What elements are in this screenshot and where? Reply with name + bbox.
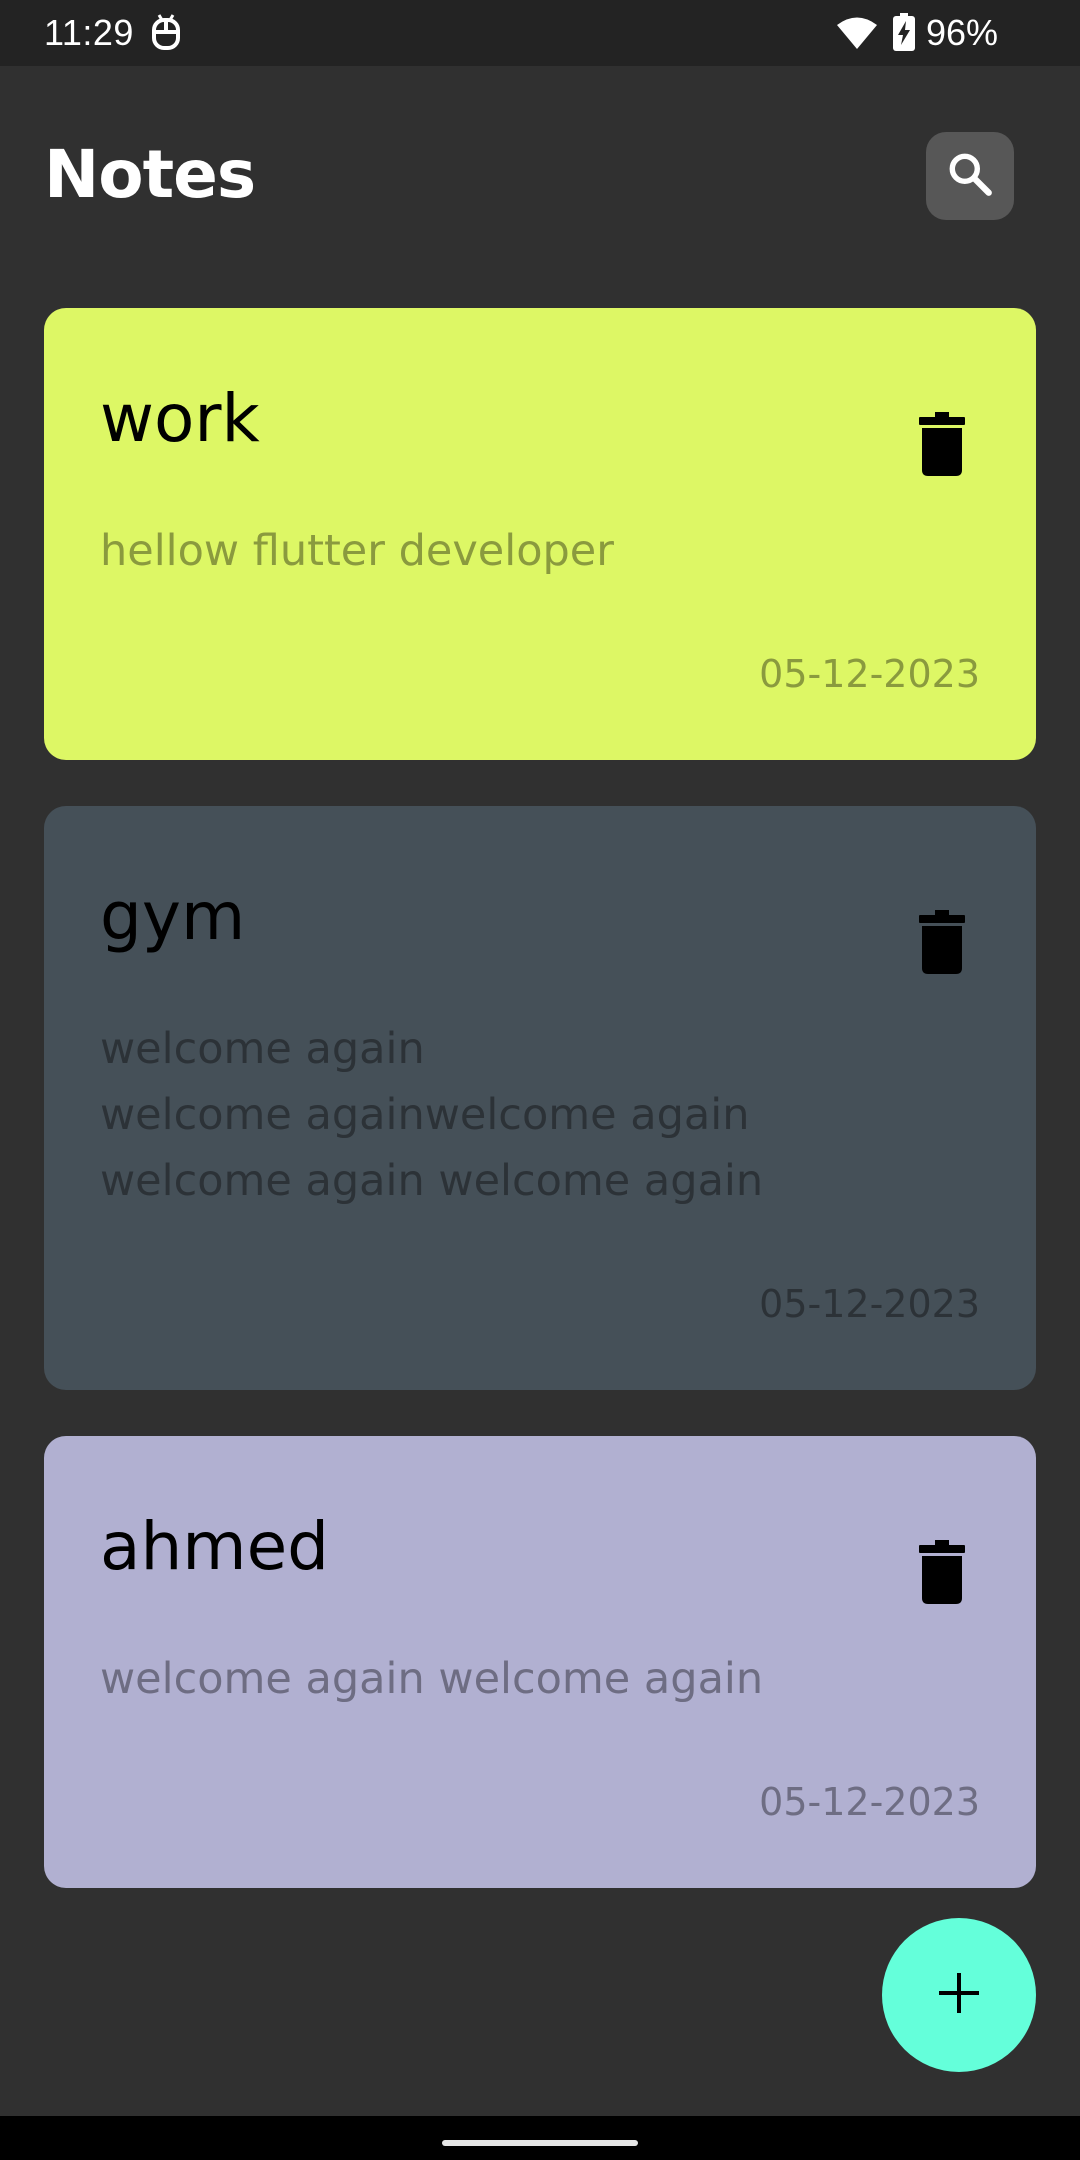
battery-charging-icon (893, 13, 915, 51)
note-body: welcome again welcome again (100, 1646, 763, 1712)
note-card[interactable]: ahmed welcome again welcome again 05-12-… (44, 1436, 1036, 1888)
note-body-line: welcome again welcome again (100, 1654, 764, 1704)
note-date: 05-12-2023 (759, 1282, 980, 1326)
notes-list: work hellow flutter developer 05-12-2023… (44, 308, 1036, 1934)
navigation-bar (0, 2116, 1080, 2160)
delete-button[interactable] (912, 1538, 972, 1610)
search-button[interactable] (926, 132, 1014, 220)
trash-icon (919, 910, 965, 978)
note-body-line: welcome again welcome again (100, 1156, 764, 1206)
note-title: work (100, 380, 260, 457)
trash-icon (919, 412, 965, 480)
status-time: 11:29 (44, 12, 134, 53)
note-body: hellow flutter developer (100, 518, 614, 584)
note-body-line: welcome againwelcome again (100, 1090, 750, 1140)
note-body-line: hellow flutter developer (100, 526, 614, 576)
note-card[interactable]: gym welcome again welcome againwelcome a… (44, 806, 1036, 1390)
android-debug-icon (150, 14, 182, 52)
delete-button[interactable] (912, 908, 972, 980)
wifi-icon (836, 16, 878, 50)
home-indicator[interactable] (442, 2140, 638, 2146)
status-bar: 11:29 96% (0, 0, 1080, 66)
add-note-button[interactable] (882, 1918, 1036, 2072)
search-icon (945, 149, 995, 203)
note-title: gym (100, 878, 246, 955)
note-title: ahmed (100, 1508, 330, 1585)
note-card[interactable]: work hellow flutter developer 05-12-2023 (44, 308, 1036, 760)
page-title: Notes (44, 136, 256, 213)
trash-icon (919, 1540, 965, 1608)
note-date: 05-12-2023 (759, 1780, 980, 1824)
note-body: welcome again welcome againwelcome again… (100, 1016, 763, 1214)
note-body-line: welcome again (100, 1024, 425, 1074)
note-date: 05-12-2023 (759, 652, 980, 696)
battery-percent: 96% (926, 12, 999, 53)
plus-icon (937, 1971, 981, 2019)
delete-button[interactable] (912, 410, 972, 482)
